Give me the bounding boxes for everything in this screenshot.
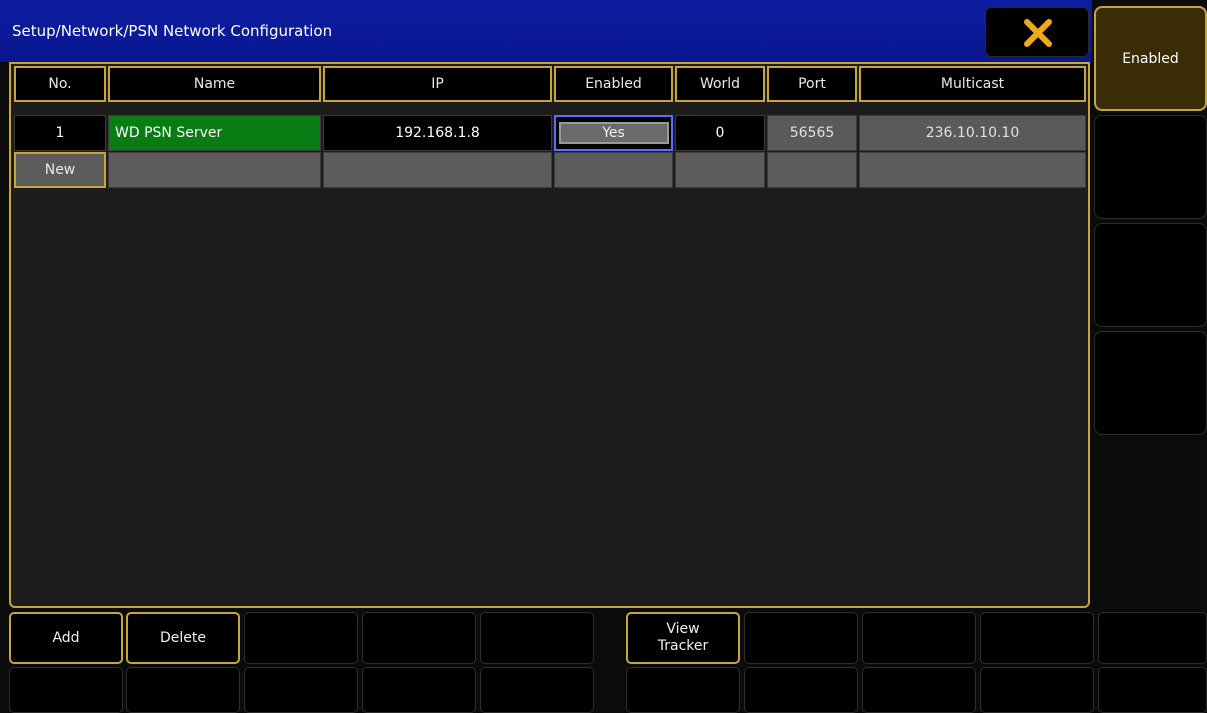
toolbar-button-4[interactable]	[362, 612, 476, 664]
enabled-toggle-button[interactable]: Enabled	[1094, 6, 1207, 111]
enabled-toggle-label: Enabled	[1122, 50, 1179, 67]
close-x-icon	[1024, 19, 1052, 47]
side-button-2[interactable]	[1094, 115, 1207, 219]
new-row-enabled[interactable]	[554, 152, 673, 188]
delete-button[interactable]: Delete	[126, 612, 240, 664]
toolbar-button-7[interactable]	[744, 612, 858, 664]
header-ip[interactable]: IP	[323, 66, 552, 102]
cell-enabled[interactable]: Yes	[554, 115, 673, 151]
title-bar: Setup/Network/PSN Network Configuration	[0, 0, 1092, 62]
table-row[interactable]: 1 WD PSN Server 192.168.1.8 Yes 0 56565 …	[14, 115, 1086, 151]
toolbar-button-11[interactable]	[9, 667, 123, 713]
toolbar-button-13[interactable]	[244, 667, 358, 713]
toolbar-button-15[interactable]	[480, 667, 594, 713]
cell-world[interactable]: 0	[675, 115, 765, 151]
cell-port[interactable]: 56565	[767, 115, 857, 151]
cell-name[interactable]: WD PSN Server	[108, 115, 321, 151]
new-row-cell[interactable]: New	[14, 152, 106, 188]
table-header-row: No. Name IP Enabled World Port Multicast	[14, 66, 1086, 102]
enabled-yes-button[interactable]: Yes	[558, 122, 669, 144]
psn-table: No. Name IP Enabled World Port Multicast…	[9, 62, 1090, 608]
add-button[interactable]: Add	[9, 612, 123, 664]
toolbar-button-20[interactable]	[1098, 667, 1207, 713]
new-row-world[interactable]	[675, 152, 765, 188]
window-title: Setup/Network/PSN Network Configuration	[12, 22, 333, 40]
toolbar-button-12[interactable]	[126, 667, 240, 713]
header-world[interactable]: World	[675, 66, 765, 102]
toolbar-button-18[interactable]	[862, 667, 976, 713]
new-row-multicast[interactable]	[859, 152, 1086, 188]
toolbar-button-9[interactable]	[980, 612, 1094, 664]
header-enabled[interactable]: Enabled	[554, 66, 673, 102]
side-button-3[interactable]	[1094, 223, 1207, 327]
view-tracker-button[interactable]: View Tracker	[626, 612, 740, 664]
cell-multicast[interactable]: 236.10.10.10	[859, 115, 1086, 151]
cell-ip[interactable]: 192.168.1.8	[323, 115, 552, 151]
side-button-4[interactable]	[1094, 331, 1207, 435]
new-row-name[interactable]	[108, 152, 321, 188]
toolbar-button-8[interactable]	[862, 612, 976, 664]
header-port[interactable]: Port	[767, 66, 857, 102]
close-button[interactable]	[985, 7, 1089, 57]
toolbar-button-10[interactable]	[1098, 612, 1207, 664]
header-no[interactable]: No.	[14, 66, 106, 102]
toolbar-button-14[interactable]	[362, 667, 476, 713]
cell-no[interactable]: 1	[14, 115, 106, 151]
toolbar-button-5[interactable]	[480, 612, 594, 664]
header-name[interactable]: Name	[108, 66, 321, 102]
toolbar-button-16[interactable]	[626, 667, 740, 713]
toolbar-button-3[interactable]	[244, 612, 358, 664]
toolbar-button-19[interactable]	[980, 667, 1094, 713]
header-multicast[interactable]: Multicast	[859, 66, 1086, 102]
toolbar-button-17[interactable]	[744, 667, 858, 713]
new-row-ip[interactable]	[323, 152, 552, 188]
table-new-row[interactable]: New	[14, 152, 1086, 188]
new-row-port[interactable]	[767, 152, 857, 188]
